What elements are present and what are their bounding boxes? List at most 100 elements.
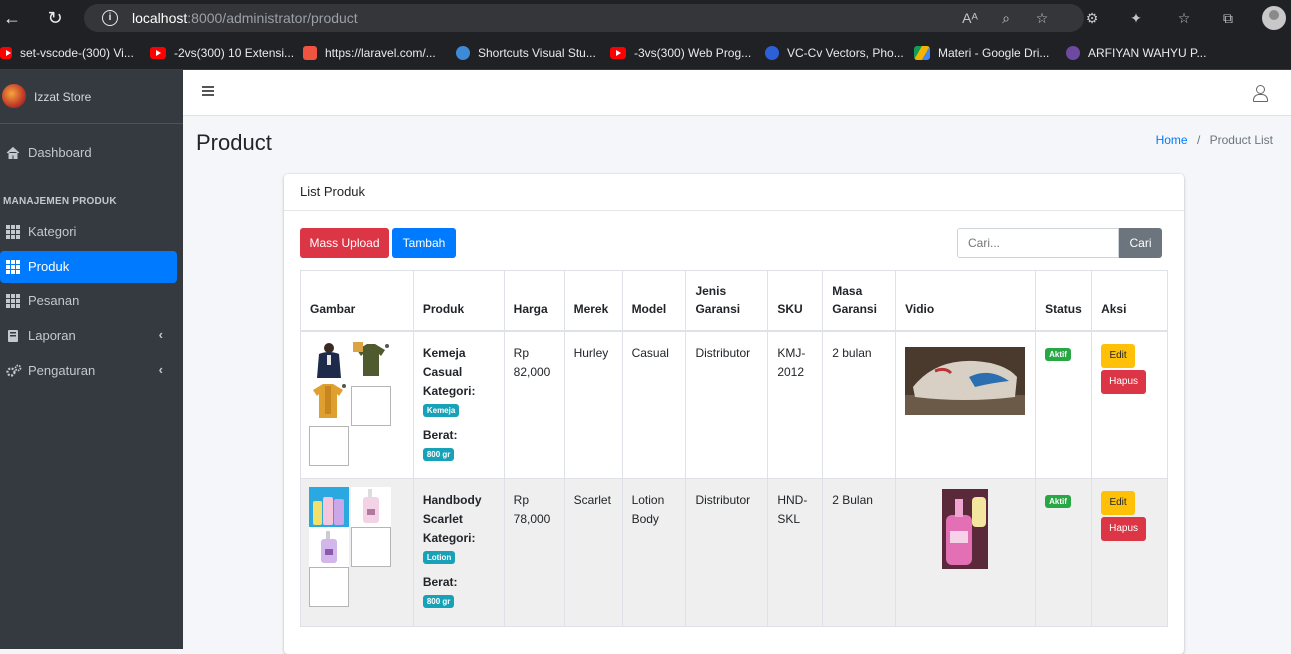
product-video[interactable] (905, 346, 1026, 415)
weight-label: Berat: (422, 427, 458, 442)
product-video[interactable] (942, 489, 989, 569)
cogs-icon (6, 364, 22, 377)
google-drive-icon (914, 46, 930, 60)
bookmark-item[interactable]: -2vs(300) 10 Extensi... (150, 44, 294, 62)
youtube-icon (150, 47, 166, 59)
status-badge: Aktif (1045, 347, 1071, 361)
bookmark-item[interactable]: -3vs(300) Web Prog... (610, 44, 751, 62)
table-icon (6, 294, 20, 308)
column-header: Harga (503, 270, 565, 331)
sidebar-item-laporan[interactable]: Laporan ‹ (0, 320, 177, 352)
back-icon[interactable]: ← (0, 6, 24, 30)
laravel-icon (303, 46, 317, 60)
product-thumbnail[interactable] (309, 381, 349, 422)
user-icon[interactable] (1253, 85, 1268, 102)
bookmark-item[interactable]: https://laravel.com/... (303, 44, 436, 62)
card-header: List Produk (284, 174, 1184, 211)
sku-cell: HND-SKL (767, 478, 824, 627)
url-text[interactable]: localhost:8000/administrator/product (132, 10, 358, 26)
edit-button[interactable]: Edit (1101, 343, 1136, 368)
brand-name: Izzat Store (34, 90, 92, 104)
brand-link[interactable]: Izzat Store (0, 70, 183, 124)
product-table: Gambar Produk Harga Merek Model Jenis Ga… (300, 270, 1168, 627)
column-header: Merek (563, 270, 623, 331)
column-header: Gambar (300, 270, 414, 331)
table-row: Kemeja Casual Kategori: Kemeja Berat: 80… (300, 330, 1168, 479)
sku-cell: KMJ-2012 (767, 330, 824, 479)
category-label: Kategori: (422, 531, 476, 545)
product-thumbnail[interactable] (309, 527, 349, 567)
broken-image (309, 567, 349, 607)
brand-logo (2, 84, 26, 108)
status-cell: Aktif (1035, 330, 1093, 479)
product-images (309, 339, 393, 466)
browser-toolbar: ← ↻ i localhost:8000/administrator/produ… (0, 0, 1291, 36)
add-product-button[interactable]: Tambah (392, 228, 456, 258)
sidebar-section-header: MANAJEMEN PRODUK (3, 196, 117, 207)
delete-button[interactable]: Hapus (1101, 369, 1147, 394)
profile-avatar[interactable] (1262, 6, 1286, 30)
read-aloud-icon[interactable]: Aᴬ (960, 8, 980, 28)
column-header: Produk (412, 270, 505, 331)
bookmark-item[interactable]: ARFIYAN WAHYU P... (1066, 44, 1206, 62)
column-header: Vidio (895, 270, 1037, 331)
column-header: Jenis Garansi (685, 270, 769, 331)
category-badge: Kemeja (422, 403, 460, 417)
sidebar-item-produk[interactable]: Produk (0, 251, 177, 283)
sidebar-item-dashboard[interactable]: Dashboard (0, 137, 177, 169)
chevron-left-icon: ‹ (158, 327, 163, 342)
table-icon (6, 225, 20, 239)
favorite-add-icon[interactable]: ☆ (1032, 8, 1052, 28)
address-bar[interactable]: i localhost:8000/administrator/product A… (84, 4, 1084, 32)
edit-button[interactable]: Edit (1101, 491, 1136, 515)
column-header: Masa Garansi (822, 270, 897, 331)
chevron-left-icon: ‹ (158, 362, 163, 377)
puzzle-icon[interactable]: ✦ (1126, 8, 1146, 28)
action-cell: Edit Hapus (1091, 330, 1168, 479)
page-title: Product (196, 130, 272, 155)
sidebar-item-pengaturan[interactable]: Pengaturan ‹ (0, 355, 177, 387)
bookmark-item[interactable]: Shortcuts Visual Stu... (456, 44, 596, 62)
favorites-icon[interactable]: ☆ (1174, 8, 1194, 28)
reload-icon[interactable]: ↻ (43, 6, 67, 30)
warranty-type-cell: Distributor (685, 478, 769, 627)
brand-cell: Scarlet (563, 478, 623, 627)
menu-toggle-icon[interactable] (202, 86, 214, 96)
vecteezy-icon (765, 46, 779, 60)
product-thumbnail[interactable] (351, 339, 391, 380)
sidebar-item-kategori[interactable]: Kategori (0, 216, 177, 248)
product-name: Handbody Scarlet (422, 493, 482, 526)
zoom-icon[interactable]: ⌕ (996, 8, 1016, 28)
product-thumbnail[interactable] (309, 339, 349, 380)
status-badge: Aktif (1045, 495, 1071, 508)
column-header: SKU (767, 270, 824, 331)
book-icon (8, 330, 18, 342)
category-label: Kategori: (422, 383, 476, 398)
sidebar-item-label: Produk (28, 259, 70, 274)
weight-label: Berat: (422, 575, 458, 589)
price-cell: Rp 82,000 (503, 330, 565, 479)
sidebar-item-pesanan[interactable]: Pesanan (0, 285, 177, 317)
search-button[interactable]: Cari (1119, 228, 1162, 258)
card-title: List Produk (300, 184, 366, 199)
product-thumbnail[interactable] (309, 487, 349, 527)
product-list-card: List Produk Mass Upload Tambah Cari Gamb… (284, 174, 1184, 654)
search-input[interactable] (957, 228, 1119, 258)
collections-icon[interactable]: ⧉ (1218, 8, 1238, 28)
extension-icon[interactable]: ⚙ (1082, 8, 1102, 28)
university-icon (1066, 46, 1080, 60)
brand-cell: Hurley (563, 330, 623, 479)
bookmark-item[interactable]: Materi - Google Dri... (914, 44, 1049, 62)
status-cell: Aktif (1035, 478, 1093, 627)
site-info-icon[interactable]: i (102, 10, 118, 26)
column-header: Model (621, 270, 687, 331)
weight-badge: 800 gr (422, 595, 455, 609)
bookmark-item[interactable]: set-vscode-(300) Vi... (0, 44, 134, 62)
product-cell: Handbody Scarlet Kategori: Lotion Berat:… (412, 478, 505, 627)
breadcrumb-home-link[interactable]: Home (1156, 133, 1188, 147)
product-thumbnail[interactable] (351, 487, 391, 527)
mass-upload-button[interactable]: Mass Upload (300, 228, 389, 258)
bookmark-item[interactable]: VC-Cv Vectors, Pho... (765, 44, 904, 62)
delete-button[interactable]: Hapus (1101, 517, 1147, 541)
broken-image (351, 385, 391, 426)
